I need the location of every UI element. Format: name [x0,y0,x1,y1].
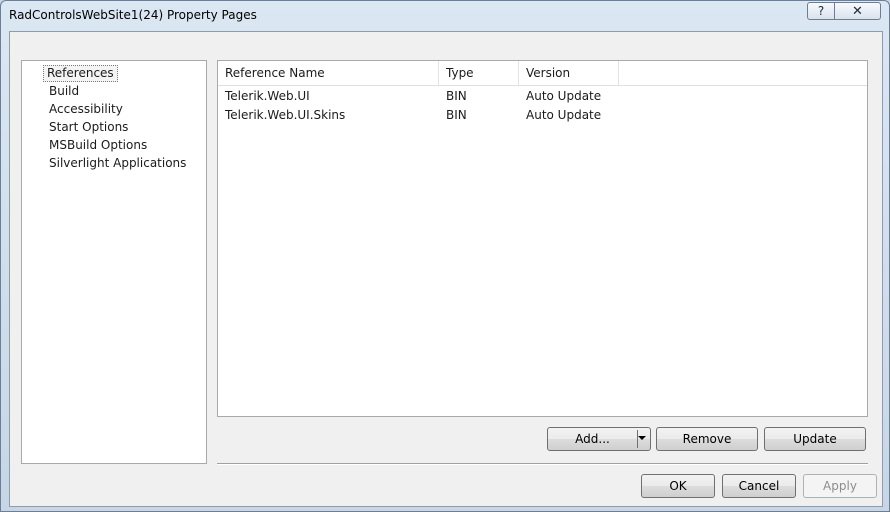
table-row[interactable]: Telerik.Web.UI.Skins BIN Auto Update [218,106,867,125]
help-icon: ? [817,4,825,18]
close-button[interactable]: ✕ [835,2,881,20]
nav-item-start-options[interactable]: Start Options [46,119,131,136]
cancel-button-label: Cancel [738,479,780,493]
help-button[interactable]: ? [807,2,835,20]
references-list[interactable]: Reference Name Type Version Telerik.Web.… [217,60,868,417]
column-header-reference-name[interactable]: Reference Name [218,61,439,86]
apply-button-label: Apply [823,479,857,493]
cell-version: Auto Update [526,89,602,103]
title-bar[interactable]: RadControlsWebSite1(24) Property Pages ?… [1,1,889,31]
references-list-header: Reference Name Type Version [218,61,867,86]
column-header-type[interactable]: Type [439,61,519,86]
nav-item-build[interactable]: Build [46,83,82,100]
cell-version: Auto Update [526,108,602,122]
remove-button-label: Remove [682,432,732,446]
property-pages-window: RadControlsWebSite1(24) Property Pages ?… [0,0,890,512]
table-row[interactable]: Telerik.Web.UI BIN Auto Update [218,87,867,106]
category-tree[interactable]: References Build Accessibility Start Opt… [21,60,207,464]
cell-reference-name: Telerik.Web.UI.Skins [225,108,346,122]
cell-reference-name: Telerik.Web.UI [225,89,310,103]
dropdown-arrow-icon[interactable] [638,436,646,440]
nav-item-silverlight-applications[interactable]: Silverlight Applications [46,155,189,172]
cancel-button[interactable]: Cancel [722,474,796,498]
cell-type: BIN [446,108,467,122]
update-button-label: Update [793,432,837,446]
window-title: RadControlsWebSite1(24) Property Pages [9,8,257,22]
button-separator [217,463,868,465]
column-header-version[interactable]: Version [519,61,619,86]
nav-item-msbuild-options[interactable]: MSBuild Options [46,137,150,154]
caption-buttons: ? ✕ [807,2,881,20]
cell-type: BIN [446,89,467,103]
nav-item-accessibility[interactable]: Accessibility [46,101,126,118]
dialog-client-area: References Build Accessibility Start Opt… [9,31,883,507]
add-split-button[interactable]: Add... [547,427,651,451]
ok-button-label: OK [669,479,687,493]
update-button[interactable]: Update [764,427,866,451]
add-button-label: Add... [575,432,610,446]
remove-button[interactable]: Remove [656,427,758,451]
apply-button[interactable]: Apply [803,474,877,498]
ok-button[interactable]: OK [641,474,715,498]
close-icon: ✕ [852,3,863,19]
nav-item-references[interactable]: References [43,65,118,82]
